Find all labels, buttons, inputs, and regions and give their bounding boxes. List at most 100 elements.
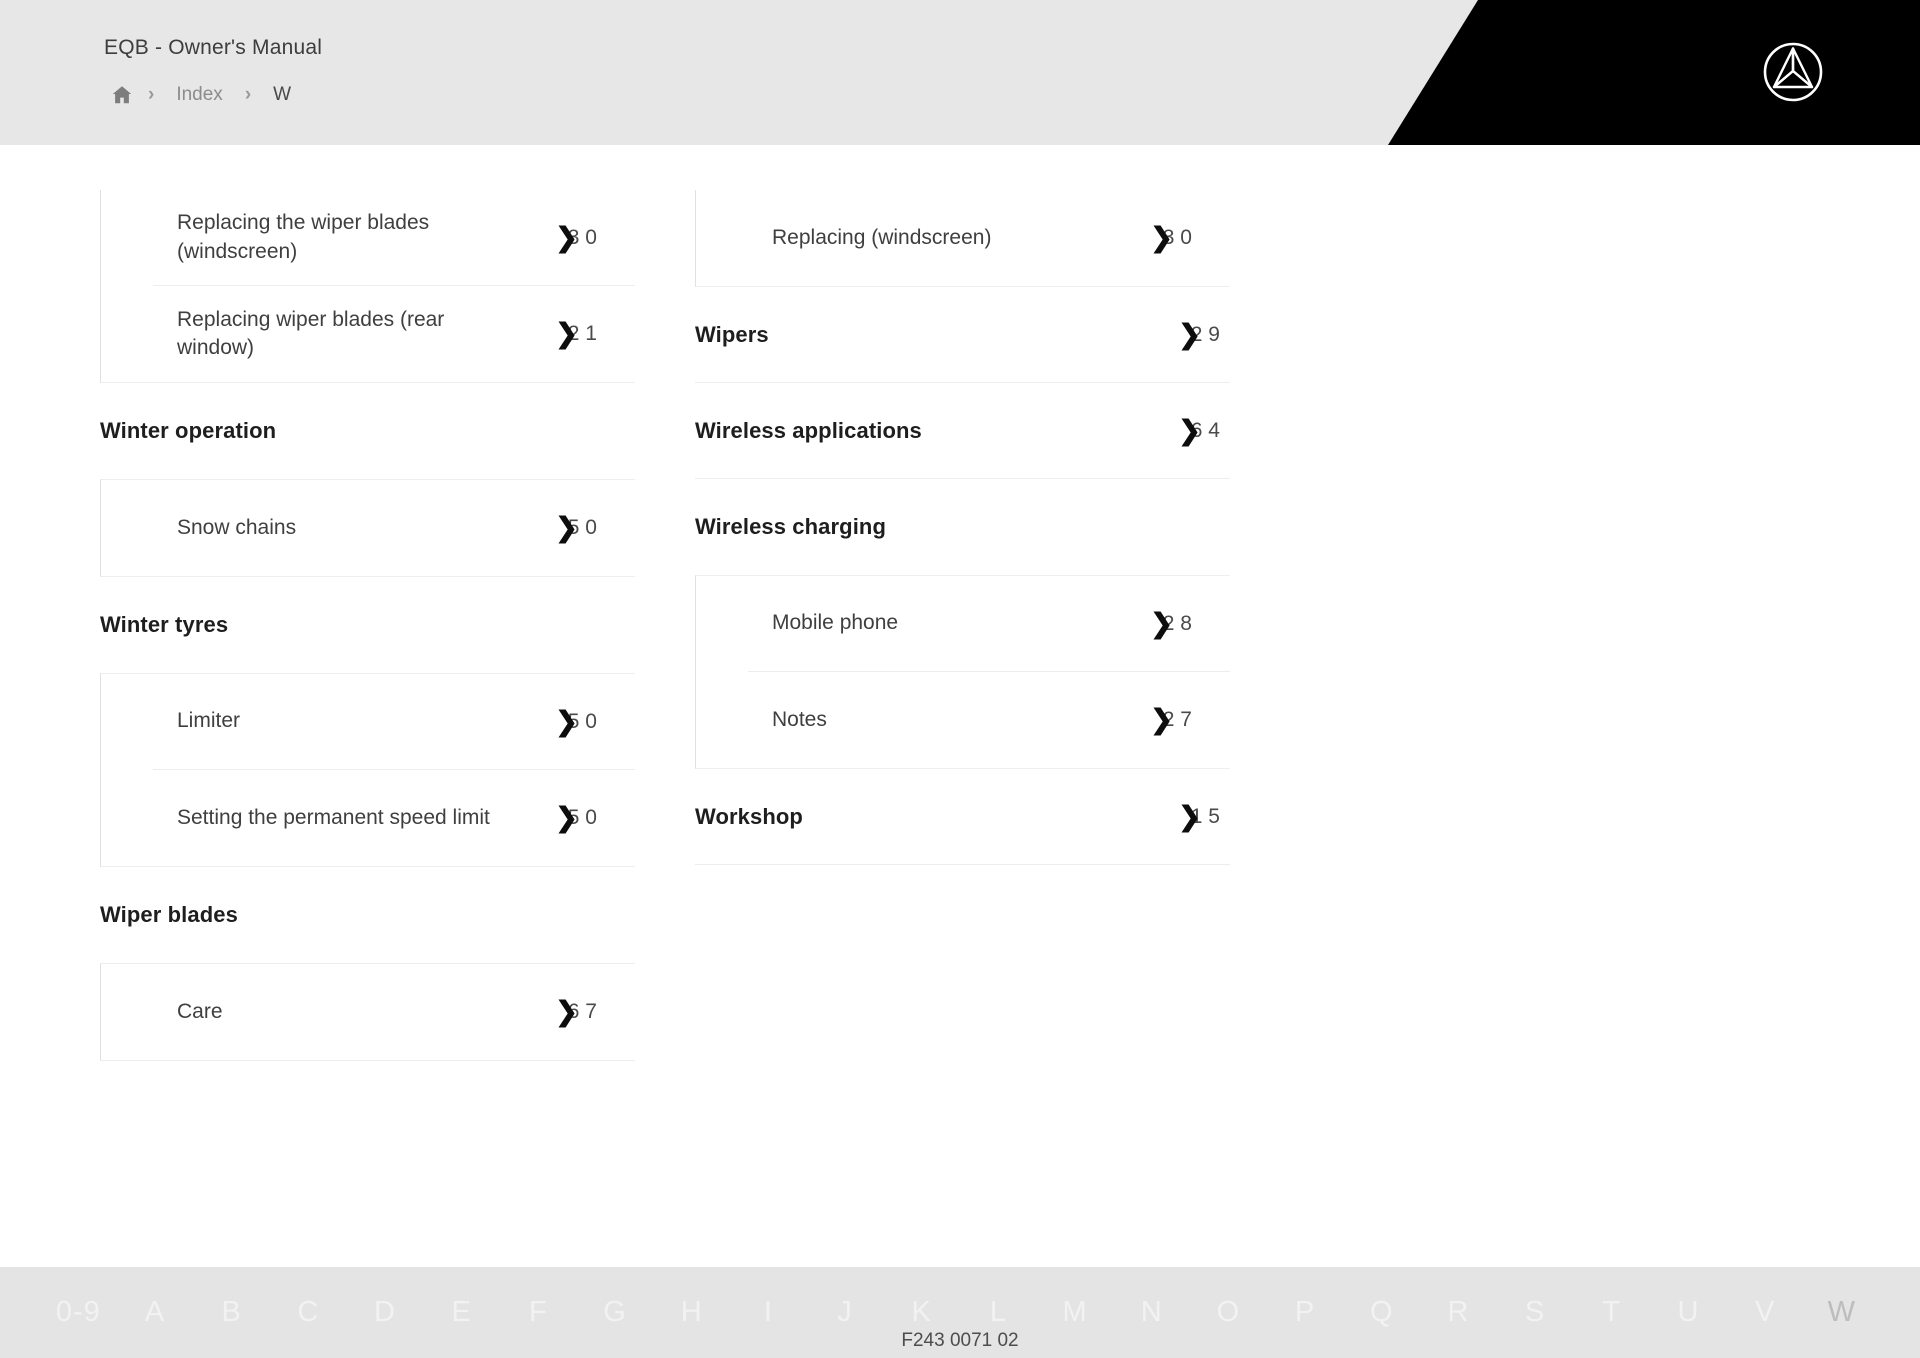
manual-title: EQB - Owner's Manual bbox=[104, 36, 323, 59]
chevron-right-icon: ❯ bbox=[555, 706, 578, 736]
alpha-nav-e[interactable]: E bbox=[423, 1296, 500, 1329]
index-heading-label: Wireless charging bbox=[695, 514, 887, 539]
chevron-right-icon: ❯ bbox=[555, 222, 578, 252]
index-entry-label: Replacing wiper blades (rear window) bbox=[177, 307, 445, 359]
index-columns: Replacing the wiper blades (windscreen) 3… bbox=[100, 190, 1230, 1061]
index-content: Replacing the wiper blades (windscreen) 3… bbox=[0, 145, 1920, 1267]
index-entry[interactable]: Replacing (windscreen) 3 0 ❯ bbox=[748, 190, 1230, 286]
home-icon bbox=[110, 83, 134, 107]
alpha-nav-i[interactable]: I bbox=[730, 1296, 807, 1329]
index-entry-label: Limiter bbox=[177, 709, 241, 733]
index-subgroup: Care 6 7 ❯ bbox=[100, 963, 635, 1061]
index-heading-label: Wireless applications bbox=[695, 417, 922, 443]
chevron-right-icon: ❯ bbox=[555, 802, 578, 833]
page-number: 6 7 ❯ bbox=[537, 996, 597, 1027]
index-heading[interactable]: Wipers 2 9 ❯ bbox=[695, 287, 1230, 383]
alpha-nav-u[interactable]: U bbox=[1650, 1296, 1727, 1329]
alpha-nav-h[interactable]: H bbox=[653, 1296, 730, 1329]
breadcrumb-home-button[interactable] bbox=[100, 83, 148, 107]
alpha-nav-r[interactable]: R bbox=[1420, 1296, 1497, 1329]
index-entry[interactable]: Replacing the wiper blades (windscreen) 3… bbox=[153, 190, 635, 286]
chevron-right-icon: ❯ bbox=[555, 512, 578, 543]
chevron-right-icon: ❯ bbox=[1150, 608, 1173, 638]
page-number: 1 5 ❯ bbox=[1160, 801, 1220, 831]
page-header: EQB - Owner's Manual › Index › W bbox=[0, 0, 1920, 145]
index-heading-label: Winter tyres bbox=[100, 612, 229, 637]
page-number: 2 8 ❯ bbox=[1132, 608, 1192, 638]
page-number: 3 0 ❯ bbox=[1132, 222, 1192, 253]
page-number: 3 0 ❯ bbox=[537, 222, 597, 252]
index-entry[interactable]: Replacing wiper blades (rear window) 2 1 ❯ bbox=[153, 286, 635, 382]
index-entry-label: Care bbox=[177, 999, 223, 1023]
index-heading-label: Workshop bbox=[695, 803, 803, 829]
alpha-nav-q[interactable]: Q bbox=[1343, 1296, 1420, 1329]
index-heading[interactable]: Wireless applications 6 4 ❯ bbox=[695, 383, 1230, 479]
index-heading[interactable]: Winter operation bbox=[100, 383, 635, 479]
alpha-nav-p[interactable]: P bbox=[1267, 1296, 1344, 1329]
chevron-right-icon: ❯ bbox=[1178, 801, 1201, 831]
alpha-nav-j[interactable]: J bbox=[807, 1296, 884, 1329]
page-number: 5 0 ❯ bbox=[537, 802, 597, 833]
page-number: 5 0 ❯ bbox=[537, 512, 597, 543]
index-entry[interactable]: Snow chains 5 0 ❯ bbox=[153, 480, 635, 576]
alpha-nav-g[interactable]: G bbox=[577, 1296, 654, 1329]
alpha-nav-l[interactable]: L bbox=[960, 1296, 1037, 1329]
page-number: 2 9 ❯ bbox=[1160, 319, 1220, 349]
index-entry[interactable]: Notes 2 7 ❯ bbox=[748, 672, 1230, 768]
breadcrumb: › Index › W bbox=[100, 80, 313, 110]
header-black-panel bbox=[1388, 0, 1920, 145]
index-heading[interactable]: Workshop 1 5 ❯ bbox=[695, 769, 1230, 865]
index-heading-label: Wiper blades bbox=[100, 902, 238, 927]
alpha-nav-09[interactable]: 0-9 bbox=[40, 1296, 117, 1329]
index-entry[interactable]: Setting the permanent speed limit 5 0 ❯ bbox=[153, 770, 635, 866]
alpha-nav-b[interactable]: B bbox=[193, 1296, 270, 1329]
chevron-right-icon: ❯ bbox=[1178, 415, 1201, 445]
index-column-left: Replacing the wiper blades (windscreen) 3… bbox=[100, 190, 635, 1061]
index-entry[interactable]: Limiter 5 0 ❯ bbox=[153, 674, 635, 770]
index-entry-label: Replacing the wiper blades (windscreen) bbox=[177, 211, 430, 263]
breadcrumb-item-index[interactable]: Index bbox=[154, 80, 244, 110]
alpha-nav-t[interactable]: T bbox=[1573, 1296, 1650, 1329]
chevron-right-icon: ❯ bbox=[1150, 222, 1173, 253]
index-entry-label: Replacing (windscreen) bbox=[772, 225, 992, 249]
alpha-nav-s[interactable]: S bbox=[1497, 1296, 1574, 1329]
index-subgroup: Replacing the wiper blades (windscreen) 3… bbox=[100, 190, 635, 383]
alpha-nav-a[interactable]: A bbox=[117, 1296, 194, 1329]
alpha-nav-v[interactable]: V bbox=[1727, 1296, 1804, 1329]
alpha-nav-o[interactable]: O bbox=[1190, 1296, 1267, 1329]
chevron-right-icon: ❯ bbox=[555, 996, 578, 1027]
chevron-right-icon: ❯ bbox=[1178, 319, 1201, 349]
index-entry-label: Setting the permanent speed limit bbox=[177, 805, 490, 829]
index-subgroup: Snow chains 5 0 ❯ bbox=[100, 479, 635, 577]
index-heading[interactable]: Winter tyres bbox=[100, 577, 635, 673]
document-number: F243 0071 02 bbox=[901, 1330, 1019, 1351]
alpha-nav-n[interactable]: N bbox=[1113, 1296, 1190, 1329]
index-heading-label: Wipers bbox=[695, 321, 769, 347]
page-number: 5 0 ❯ bbox=[537, 706, 597, 736]
index-subgroup: Replacing (windscreen) 3 0 ❯ bbox=[695, 190, 1230, 287]
index-column-right: Replacing (windscreen) 3 0 ❯ Wipers 2 9 ❯ Wire… bbox=[695, 190, 1230, 1061]
index-entry-label: Mobile phone bbox=[772, 611, 899, 635]
alpha-nav-f[interactable]: F bbox=[500, 1296, 577, 1329]
page-number: 2 7 ❯ bbox=[1132, 704, 1192, 735]
page-number: 6 4 ❯ bbox=[1160, 415, 1220, 445]
page-number: 2 1 ❯ bbox=[537, 318, 597, 349]
index-heading[interactable]: Wireless charging bbox=[695, 479, 1230, 575]
index-heading-label: Winter operation bbox=[100, 418, 277, 443]
chevron-right-icon: ❯ bbox=[1150, 704, 1173, 735]
alpha-nav-k[interactable]: K bbox=[883, 1296, 960, 1329]
index-heading[interactable]: Wiper blades bbox=[100, 867, 635, 963]
alphabet-navigation-bar[interactable]: 0-9 A B C D E F G H I J K L M N O P Q R S T U V W F243 0071 02 bbox=[0, 1267, 1920, 1358]
owners-manual-index-page: EQB - Owner's Manual › Index › W Replaci… bbox=[0, 0, 1920, 1358]
alpha-nav-w[interactable]: W bbox=[1803, 1296, 1880, 1329]
breadcrumb-item-w[interactable]: W bbox=[251, 80, 313, 110]
index-subgroup: Mobile phone 2 8 ❯ Notes 2 7 ❯ bbox=[695, 575, 1230, 769]
alpha-nav-c[interactable]: C bbox=[270, 1296, 347, 1329]
index-entry-label: Snow chains bbox=[177, 515, 297, 539]
chevron-right-icon: ❯ bbox=[555, 318, 578, 349]
alpha-nav-m[interactable]: M bbox=[1037, 1296, 1114, 1329]
index-entry[interactable]: Mobile phone 2 8 ❯ bbox=[748, 576, 1230, 672]
alpha-nav-d[interactable]: D bbox=[347, 1296, 424, 1329]
index-entry[interactable]: Care 6 7 ❯ bbox=[153, 964, 635, 1060]
index-subgroup: Limiter 5 0 ❯ Setting the permanent speed l… bbox=[100, 673, 635, 867]
